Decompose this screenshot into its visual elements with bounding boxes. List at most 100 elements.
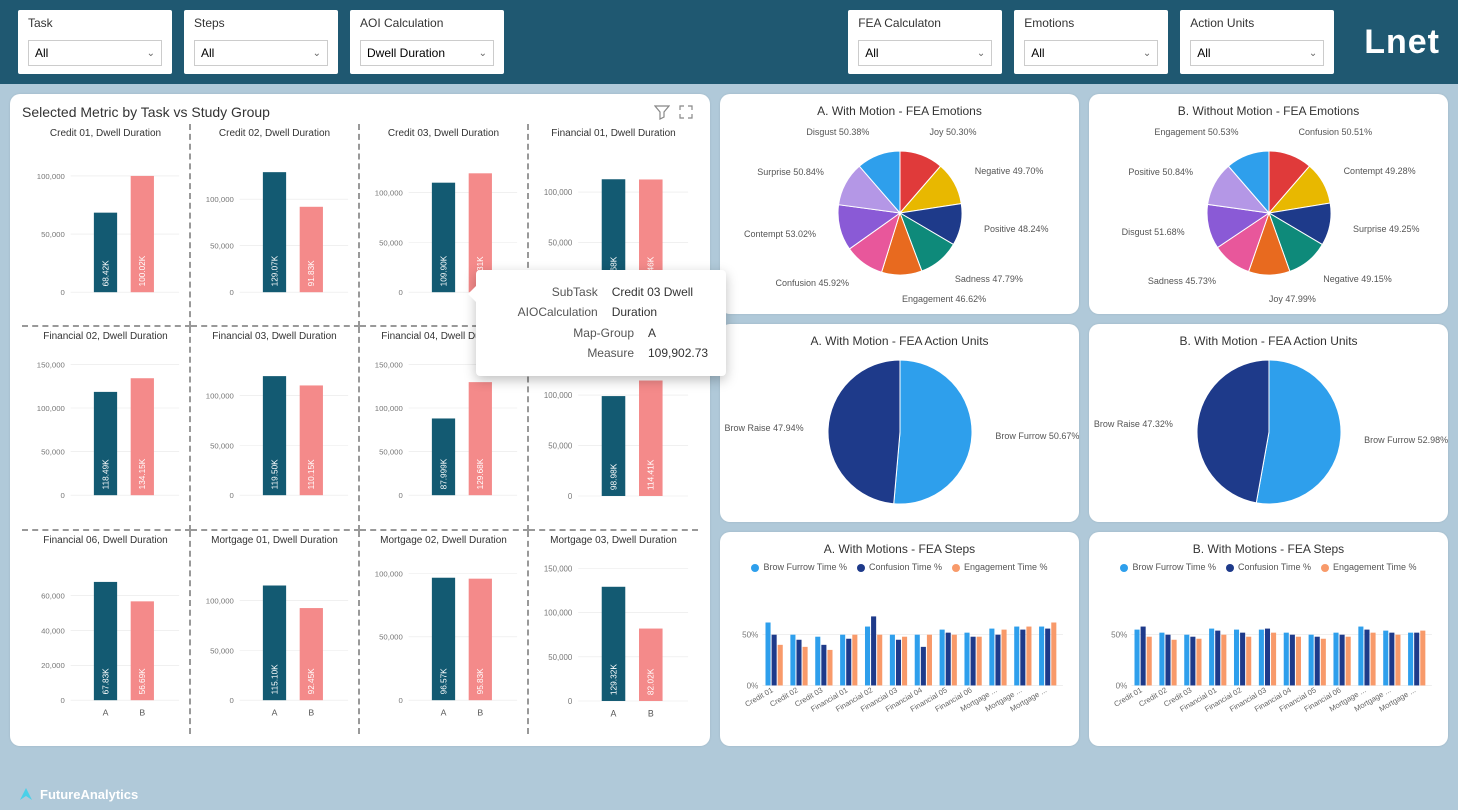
hover-tooltip: SubTask AIOCalculationCredit 03 Dwell Du… bbox=[476, 270, 726, 376]
svg-text:100,000: 100,000 bbox=[544, 608, 573, 617]
panel-title: Selected Metric by Task vs Study Group bbox=[22, 104, 698, 120]
filter-label: Task bbox=[28, 16, 162, 30]
filter-label: FEA Calculaton bbox=[858, 16, 992, 30]
card-title: B. With Motion - FEA Action Units bbox=[1101, 334, 1436, 348]
small-multiple-cell[interactable]: Credit 02, Dwell Duration 050,000100,000… bbox=[191, 124, 360, 327]
svg-text:100,000: 100,000 bbox=[206, 195, 234, 204]
svg-text:50,000: 50,000 bbox=[379, 632, 403, 641]
svg-text:60,000: 60,000 bbox=[41, 591, 65, 600]
svg-text:150,000: 150,000 bbox=[375, 361, 403, 370]
svg-text:129.68K: 129.68K bbox=[476, 459, 485, 490]
filter-label: AOI Calculation bbox=[360, 16, 494, 30]
card-title: A. With Motion - FEA Emotions bbox=[732, 104, 1067, 118]
cell-title: Mortgage 01, Dwell Duration bbox=[197, 535, 352, 546]
svg-text:100,000: 100,000 bbox=[375, 188, 403, 197]
svg-text:115.10K: 115.10K bbox=[270, 664, 279, 695]
filter-label: Action Units bbox=[1190, 16, 1324, 30]
svg-text:110.15K: 110.15K bbox=[307, 459, 316, 490]
small-multiple-cell[interactable]: Credit 01, Dwell Duration 050,000100,000… bbox=[22, 124, 191, 327]
footer-brand: FutureAnalytics bbox=[18, 786, 138, 802]
pie-card[interactable]: B. With Motion - FEA Action Units Brow F… bbox=[1089, 324, 1448, 522]
svg-text:119.50K: 119.50K bbox=[270, 459, 279, 490]
svg-text:67.83K: 67.83K bbox=[101, 667, 110, 694]
pie-card[interactable]: A. With Motion - FEA Action Units Brow F… bbox=[720, 324, 1079, 522]
filter-dropdown[interactable]: Dwell Duration⌄ bbox=[360, 40, 494, 66]
cell-title: Financial 06, Dwell Duration bbox=[28, 535, 183, 546]
svg-text:50,000: 50,000 bbox=[379, 448, 403, 457]
cell-title: Credit 01, Dwell Duration bbox=[28, 128, 183, 139]
svg-text:96.57K: 96.57K bbox=[439, 667, 448, 694]
filter-dropdown[interactable]: All⌄ bbox=[28, 40, 162, 66]
steps-card[interactable]: B. With Motions - FEA Steps Brow Furrow … bbox=[1089, 532, 1448, 746]
chart-legend: Brow Furrow Time % Confusion Time % Enga… bbox=[1101, 562, 1436, 572]
svg-text:0: 0 bbox=[61, 696, 65, 705]
svg-text:100,000: 100,000 bbox=[206, 596, 234, 605]
svg-text:0: 0 bbox=[61, 491, 65, 500]
card-title: A. With Motions - FEA Steps bbox=[732, 542, 1067, 556]
steps-card[interactable]: A. With Motions - FEA Steps Brow Furrow … bbox=[720, 532, 1079, 746]
card-title: A. With Motion - FEA Action Units bbox=[732, 334, 1067, 348]
svg-text:0%: 0% bbox=[747, 681, 759, 690]
filter-dropdown[interactable]: All⌄ bbox=[1190, 40, 1324, 66]
filter-fea-calculaton: FEA Calculaton All⌄ bbox=[848, 10, 1002, 74]
card-title: B. With Motions - FEA Steps bbox=[1101, 542, 1436, 556]
small-multiple-cell[interactable]: Mortgage 02, Dwell Duration 050,000100,0… bbox=[360, 531, 529, 734]
chevron-down-icon: ⌄ bbox=[977, 48, 985, 59]
svg-text:0: 0 bbox=[61, 288, 65, 297]
cell-title: Credit 02, Dwell Duration bbox=[197, 128, 352, 139]
filter-dropdown[interactable]: All⌄ bbox=[858, 40, 992, 66]
svg-text:0: 0 bbox=[230, 288, 234, 297]
svg-text:50,000: 50,000 bbox=[548, 652, 573, 661]
svg-text:A: A bbox=[441, 707, 447, 717]
chevron-down-icon: ⌄ bbox=[147, 48, 155, 59]
small-multiple-cell[interactable]: Mortgage 01, Dwell Duration 050,000100,0… bbox=[191, 531, 360, 734]
chart-legend: Brow Furrow Time % Confusion Time % Enga… bbox=[732, 562, 1067, 572]
svg-text:B: B bbox=[648, 708, 654, 718]
svg-text:B: B bbox=[139, 707, 145, 717]
filter-icon[interactable] bbox=[654, 104, 670, 125]
small-multiple-cell[interactable]: Financial 06, Dwell Duration 020,00040,0… bbox=[22, 531, 191, 734]
svg-text:50,000: 50,000 bbox=[210, 442, 234, 451]
svg-text:68.42K: 68.42K bbox=[101, 260, 110, 287]
svg-text:A: A bbox=[611, 708, 617, 718]
small-multiples-panel: Selected Metric by Task vs Study Group C… bbox=[10, 94, 710, 746]
small-multiple-cell[interactable]: Mortgage 03, Dwell Duration 050,000100,0… bbox=[529, 531, 698, 734]
small-multiple-cell[interactable]: Financial 03, Dwell Duration 050,000100,… bbox=[191, 327, 360, 530]
svg-text:100,000: 100,000 bbox=[375, 569, 403, 578]
brand-logo: Lnet bbox=[1364, 23, 1440, 62]
svg-text:50%: 50% bbox=[742, 631, 758, 640]
svg-text:118.49K: 118.49K bbox=[101, 459, 110, 490]
svg-text:B: B bbox=[308, 707, 314, 717]
filter-dropdown[interactable]: All⌄ bbox=[1024, 40, 1158, 66]
svg-text:0: 0 bbox=[399, 491, 403, 500]
filter-action-units: Action Units All⌄ bbox=[1180, 10, 1334, 74]
svg-text:92.45K: 92.45K bbox=[307, 667, 316, 694]
svg-text:50,000: 50,000 bbox=[379, 238, 403, 247]
svg-text:50,000: 50,000 bbox=[548, 442, 573, 451]
svg-text:150,000: 150,000 bbox=[37, 361, 65, 370]
svg-text:150,000: 150,000 bbox=[544, 564, 573, 573]
cell-title: Financial 03, Dwell Duration bbox=[197, 331, 352, 342]
small-multiple-cell[interactable]: Financial 02, Dwell Duration 050,000100,… bbox=[22, 327, 191, 530]
svg-text:0: 0 bbox=[399, 288, 403, 297]
pie-card[interactable]: B. Without Motion - FEA Emotions Confusi… bbox=[1089, 94, 1448, 314]
chevron-down-icon: ⌄ bbox=[313, 48, 321, 59]
chevron-down-icon: ⌄ bbox=[479, 48, 487, 59]
svg-text:50,000: 50,000 bbox=[548, 238, 573, 247]
svg-text:50%: 50% bbox=[1111, 631, 1127, 640]
focus-mode-icon[interactable] bbox=[678, 104, 694, 125]
svg-text:0%: 0% bbox=[1116, 681, 1128, 690]
filter-aoi-calculation: AOI Calculation Dwell Duration⌄ bbox=[350, 10, 504, 74]
svg-text:0: 0 bbox=[230, 491, 234, 500]
svg-text:A: A bbox=[103, 707, 109, 717]
pie-card[interactable]: A. With Motion - FEA Emotions Joy 50.30%… bbox=[720, 94, 1079, 314]
svg-text:95.83K: 95.83K bbox=[476, 667, 485, 694]
svg-text:20,000: 20,000 bbox=[41, 661, 65, 670]
filter-dropdown[interactable]: All⌄ bbox=[194, 40, 328, 66]
filter-task: Task All⌄ bbox=[18, 10, 172, 74]
top-filter-bar: Task All⌄ Steps All⌄ AOI Calculation Dwe… bbox=[0, 0, 1458, 84]
cell-title: Credit 03, Dwell Duration bbox=[366, 128, 521, 139]
svg-text:114.41K: 114.41K bbox=[646, 460, 656, 491]
svg-text:B: B bbox=[477, 707, 483, 717]
cell-title: Mortgage 02, Dwell Duration bbox=[366, 535, 521, 546]
